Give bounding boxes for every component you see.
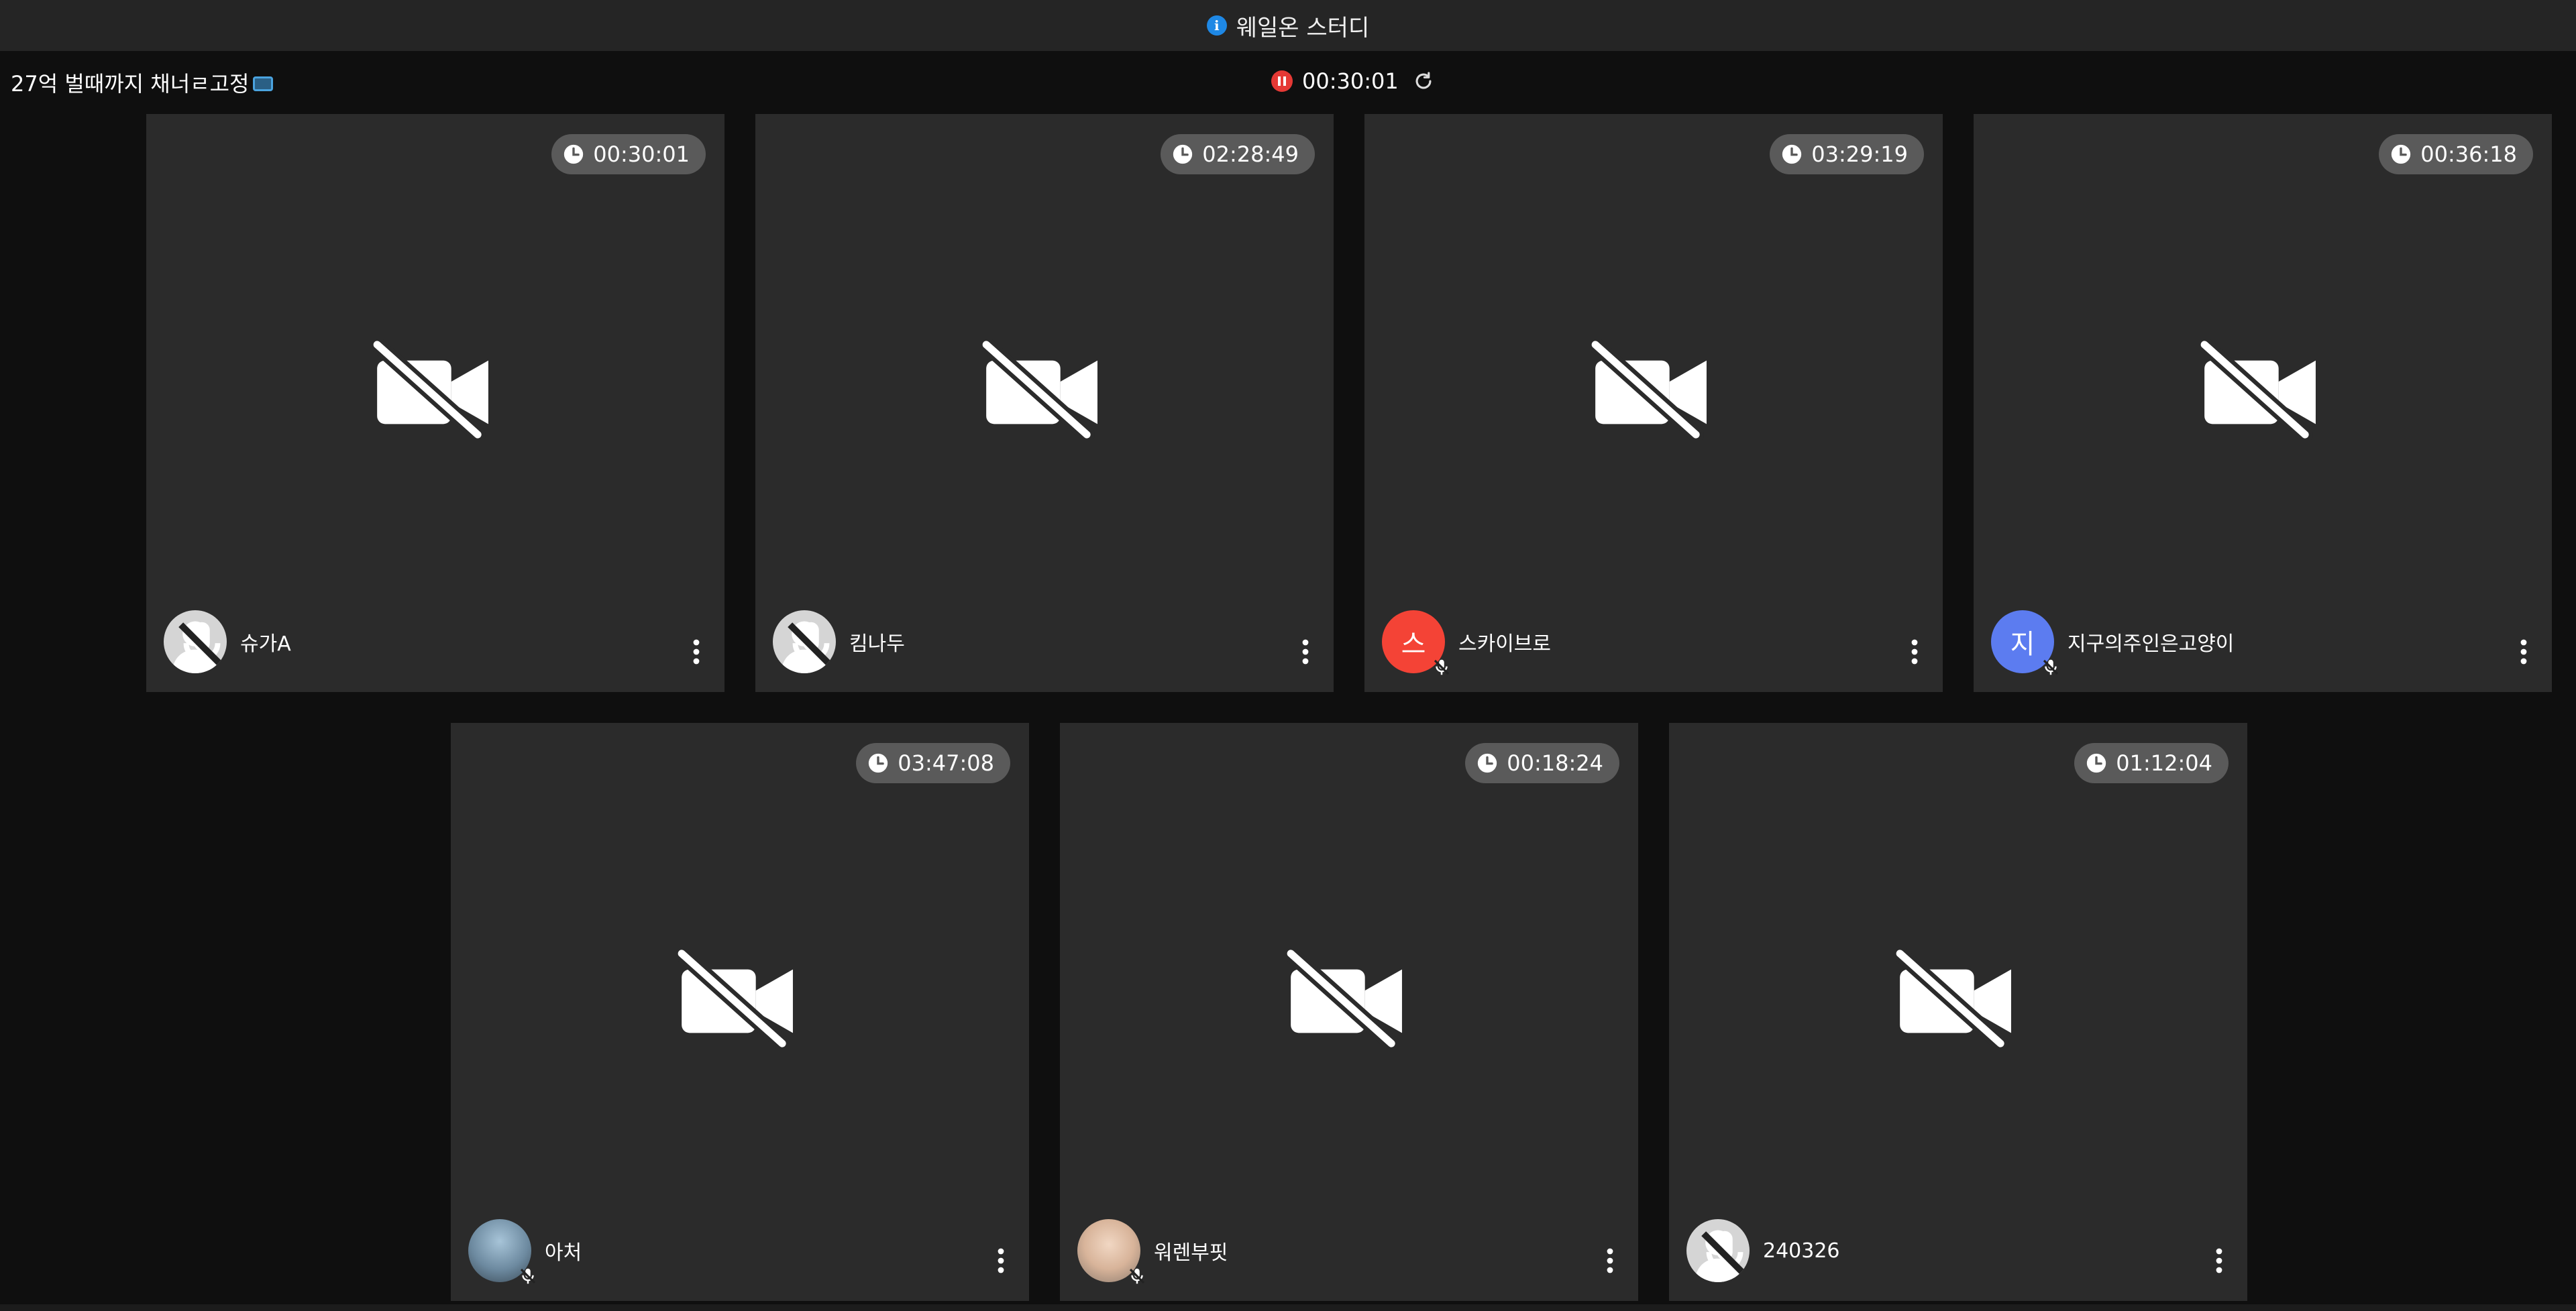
- study-timer: 00:36:18: [2379, 134, 2533, 174]
- video-off-icon: [676, 948, 793, 1049]
- participant-name: 스카이브로: [1458, 632, 1551, 656]
- mic-muted-icon: [788, 622, 835, 670]
- participant-name: 240326: [1763, 1239, 1840, 1263]
- clock-icon: [1173, 144, 1193, 164]
- participant-name: 워렌부핏: [1154, 1241, 1228, 1265]
- participant-info: 워렌부핏: [1077, 1219, 1228, 1284]
- mic-muted-icon: [1129, 1268, 1145, 1284]
- study-timer: 00:18:24: [1465, 743, 1619, 783]
- mic-muted-icon: [520, 1268, 536, 1284]
- participant-grid: 00:30:01 슈가A 02:28:49 킴나두 03:29:19 스 스카이…: [0, 113, 2576, 1311]
- more-options-icon[interactable]: [2520, 638, 2528, 665]
- mic-muted-icon: [1434, 659, 1450, 675]
- participant-tile[interactable]: 03:29:19 스 스카이브로: [1364, 114, 1943, 692]
- video-off-icon: [2199, 339, 2316, 440]
- participant-tile[interactable]: 00:36:18 지 지구의주인은고양이: [1974, 114, 2552, 692]
- mic-muted-icon: [2043, 659, 2059, 675]
- avatar: [1077, 1219, 1145, 1284]
- session-header: 27억 벌때까지 채너ㄹ고정 00:30:01: [0, 51, 2576, 113]
- more-options-icon[interactable]: [1301, 638, 1309, 665]
- more-options-icon[interactable]: [997, 1247, 1005, 1274]
- channel-title-text: 27억 벌때까지 채너ㄹ고정: [11, 71, 250, 97]
- refresh-icon[interactable]: [1412, 70, 1435, 93]
- study-timer: 00:30:01: [551, 134, 706, 174]
- participant-tile[interactable]: 01:12:04 240326: [1669, 723, 2247, 1301]
- timer-value: 03:29:19: [1811, 141, 1908, 167]
- channel-title: 27억 벌때까지 채너ㄹ고정: [11, 67, 274, 98]
- avatar: [164, 610, 227, 673]
- study-timer: 03:47:08: [856, 743, 1010, 783]
- participant-name: 킴나두: [849, 632, 905, 656]
- avatar: [773, 610, 836, 673]
- more-options-icon[interactable]: [2215, 1247, 2223, 1274]
- session-elapsed: 00:30:01: [1302, 68, 1399, 94]
- mic-muted-icon: [178, 622, 225, 670]
- video-off-icon: [981, 339, 1097, 440]
- window-title: 웨일온 스터디: [1236, 14, 1370, 42]
- video-off-icon: [1894, 948, 2011, 1049]
- avatar: 스: [1382, 610, 1450, 675]
- avatar: [1686, 1219, 1750, 1282]
- pause-recording-icon[interactable]: [1271, 70, 1293, 92]
- clock-icon: [1782, 144, 1802, 164]
- study-timer: 01:12:04: [2074, 743, 2229, 783]
- timer-value: 01:12:04: [2116, 750, 2212, 776]
- clock-icon: [869, 753, 888, 773]
- video-off-icon: [372, 339, 488, 440]
- clock-icon: [2087, 753, 2106, 773]
- avatar-initial: 스: [1401, 629, 1426, 660]
- clock-icon: [2392, 144, 2411, 164]
- participant-info: 슈가A: [164, 610, 291, 673]
- session-timer: 00:30:01: [1271, 68, 1435, 94]
- study-timer: 02:28:49: [1161, 134, 1315, 174]
- avatar: 지: [1991, 610, 2059, 675]
- video-off-icon: [1285, 948, 1402, 1049]
- participant-info: 스 스카이브로: [1382, 610, 1551, 675]
- video-off-icon: [1590, 339, 1707, 440]
- participant-name: 아처: [545, 1241, 582, 1265]
- window-titlebar: i 웨일온 스터디: [0, 0, 2576, 51]
- participant-tile[interactable]: 03:47:08 아처: [451, 723, 1029, 1301]
- participant-tile[interactable]: 02:28:49 킴나두: [755, 114, 1334, 692]
- more-options-icon[interactable]: [1911, 638, 1919, 665]
- timer-value: 03:47:08: [898, 750, 994, 776]
- participant-info: 240326: [1686, 1219, 1840, 1282]
- participant-info: 킴나두: [773, 610, 905, 673]
- participant-info: 지 지구의주인은고양이: [1991, 610, 2235, 675]
- participant-name: 지구의주인은고양이: [2068, 632, 2235, 656]
- participant-tile[interactable]: 00:18:24 워렌부핏: [1060, 723, 1638, 1301]
- study-timer: 03:29:19: [1770, 134, 1924, 174]
- timer-value: 00:30:01: [593, 141, 690, 167]
- more-options-icon[interactable]: [1606, 1247, 1614, 1274]
- participant-info: 아처: [468, 1219, 582, 1284]
- timer-value: 00:36:18: [2420, 141, 2517, 167]
- timer-value: 00:18:24: [1507, 750, 1603, 776]
- timer-value: 02:28:49: [1202, 141, 1299, 167]
- participant-name: 슈가A: [240, 632, 291, 656]
- clock-icon: [1478, 753, 1497, 773]
- more-options-icon[interactable]: [692, 638, 700, 665]
- avatar-initial: 지: [2010, 629, 2035, 660]
- tv-icon: [253, 76, 274, 91]
- clock-icon: [564, 144, 584, 164]
- info-icon[interactable]: i: [1206, 15, 1227, 36]
- mic-muted-icon: [1701, 1231, 1748, 1279]
- avatar: [468, 1219, 536, 1284]
- bottom-strip: [0, 1304, 2576, 1311]
- participant-tile[interactable]: 00:30:01 슈가A: [146, 114, 724, 692]
